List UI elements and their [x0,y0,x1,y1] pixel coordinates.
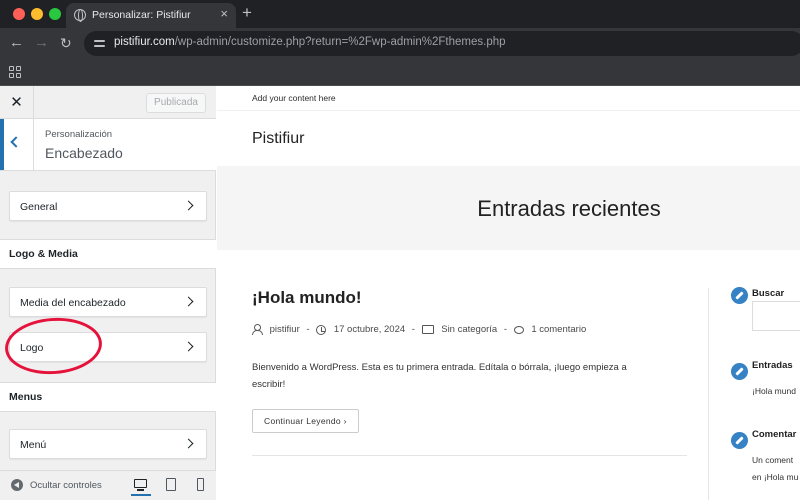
bookmarks-bar [0,59,800,86]
control-label: Media del encabezado [20,297,126,309]
collapse-arrow-icon[interactable] [11,479,23,491]
post-author[interactable]: pistifiur [270,324,300,335]
chevron-right-icon [183,200,194,211]
widget-comment-line[interactable]: Un coment [752,453,793,468]
read-more-label: Continuar Leyendo [264,416,341,426]
site-settings-icon[interactable] [94,38,105,49]
widget-divider [708,288,709,500]
tab-title: Personalizar: Pistifiur [92,9,191,21]
widget-comments-title: Comentar [752,429,797,440]
address-bar[interactable]: pistifiur.com/wp-admin/customize.php?ret… [84,31,800,56]
hide-controls-button[interactable]: Ocultar controles [30,480,102,491]
tablet-preview-button[interactable] [161,476,181,496]
clock-icon [316,324,327,335]
chevron-left-icon [10,136,22,148]
preview-top-bar: Add your content here [217,86,800,111]
back-arrow-icon[interactable]: ← [9,34,24,52]
close-customizer-button[interactable]: ✕ [0,86,34,119]
control-label: General [20,201,58,213]
forward-arrow-icon[interactable]: → [34,34,49,52]
group-label: Menus [9,391,43,403]
globe-icon [74,9,86,22]
desktop-icon [134,479,147,488]
folder-icon [421,325,434,334]
browser-tab-strip: Personalizar: Pistifiur × + [0,0,800,28]
control-general[interactable]: General [9,191,207,221]
control-header-media[interactable]: Media del encabezado [9,287,207,317]
highlight-circle [3,314,104,378]
new-tab-button[interactable]: + [242,4,252,22]
edit-widget-icon[interactable] [731,287,748,304]
customizer-header: ✕ Publicada [0,86,216,119]
hero-title: Entradas recientes [477,196,661,221]
chevron-right-icon [183,341,194,352]
close-tab-icon[interactable]: × [220,7,228,21]
mobile-preview-button[interactable] [191,476,211,496]
widget-comment-line[interactable]: en ¡Hola mu [752,470,798,485]
post-comments[interactable]: 1 comentario [531,324,586,335]
section-title: Encabezado [45,145,123,161]
section-header: Personalización Encabezado [0,119,216,171]
tablet-icon [166,478,176,491]
maximize-window-button[interactable] [49,8,61,20]
apps-grid-icon[interactable] [9,66,21,78]
site-preview: Add your content here Pistifiur Entradas… [217,86,800,500]
group-label: Logo & Media [9,248,78,260]
publish-button[interactable]: Publicada [146,93,206,113]
topbar-text: Add your content here [252,93,336,103]
minimize-window-button[interactable] [31,8,43,20]
comment-icon [513,325,524,334]
post-date[interactable]: 17 octubre, 2024 [334,324,405,335]
chevron-right-icon: › [343,416,347,426]
control-label: Menú [20,439,47,451]
post-excerpt: Bienvenido a WordPress. Esta es tu prime… [252,362,627,390]
site-title[interactable]: Pistifiur [252,130,304,148]
url-path: /wp-admin/customize.php?return=%2Fwp-adm… [174,36,506,48]
post-divider [252,455,687,456]
browser-tab[interactable]: Personalizar: Pistifiur × [66,3,236,28]
edit-widget-icon[interactable] [731,432,748,449]
customizer-sidebar: ✕ Publicada Personalización Encabezado G… [0,86,216,500]
post-category[interactable]: Sin categoría [441,324,497,335]
edit-widget-icon[interactable] [731,363,748,380]
mobile-icon [197,478,204,491]
breadcrumb: Personalización [45,129,113,140]
customizer-footer: Ocultar controles [0,470,216,500]
meta-separator: - [503,324,508,335]
close-window-button[interactable] [13,8,25,20]
control-menu[interactable]: Menú [9,429,207,459]
hero-banner: Entradas recientes [217,166,800,250]
read-more-button[interactable]: Continuar Leyendo › [252,409,359,433]
group-logo-media: Logo & Media [0,239,216,269]
post-meta: pistifiur - 17 octubre, 2024 - Sin categ… [252,324,586,338]
chevron-right-icon [183,438,194,449]
back-button[interactable] [0,119,34,170]
widget-search-input[interactable] [752,301,800,331]
widget-recent-posts-title: Entradas [752,360,793,371]
chevron-right-icon [183,296,194,307]
post-title[interactable]: ¡Hola mundo! [252,288,362,308]
widget-recent-post-link[interactable]: ¡Hola mund [752,384,796,399]
meta-separator: - [411,324,415,335]
group-menus: Menus [0,382,216,412]
user-icon [252,324,263,335]
widget-search-title: Buscar [752,288,785,299]
meta-separator: - [306,324,310,335]
browser-toolbar: ← → ↻ pistifiur.com/wp-admin/customize.p… [0,28,800,59]
reload-icon[interactable]: ↻ [60,34,72,52]
desktop-preview-button[interactable] [131,476,151,496]
url-text: pistifiur.com/wp-admin/customize.php?ret… [114,36,506,48]
url-host: pistifiur.com [114,36,175,48]
